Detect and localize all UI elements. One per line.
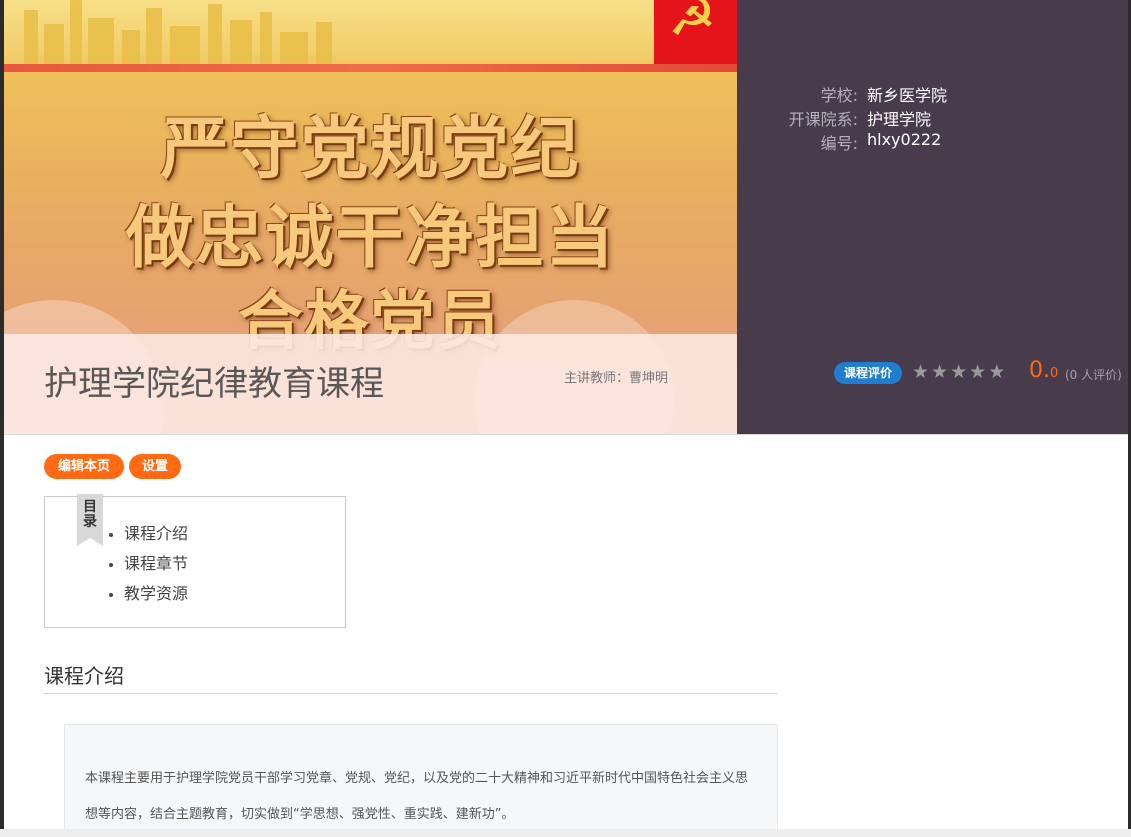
table-of-contents: 目 录 课程介绍 课程章节 教学资源 [44,494,346,628]
course-info-panel: 学校: 新乡医学院 开课院系: 护理学院 编号: hlxy0222 课程评价 ★… [737,0,1128,434]
teacher-label: 主讲教师： [564,371,630,386]
course-intro-text: 本课程主要用于护理学院党员干部学习党章、党规、党纪，以及党的二十大精神和习近平新… [85,771,749,822]
score-int: 0. [1029,358,1050,383]
course-evaluation-button[interactable]: 课程评价 [834,362,902,384]
section-title: 课程介绍 [44,664,124,688]
toc-item-label[interactable]: 课程介绍 [124,524,188,543]
course-page: ☭ 严守党规党纪 做忠诚干净担当 合格党员 护理学院纪律教育课程 主讲教师：曹坤… [4,0,1128,837]
bullet-icon [109,592,113,597]
star-icon[interactable]: ★ [988,361,1005,383]
bullet-icon [109,532,113,537]
city-skyline-graphic [24,0,332,66]
code-value: hlxy0222 [867,130,942,149]
score-dec: 0 [1050,366,1059,381]
star-icon[interactable]: ★ [912,361,929,383]
teacher-info: 主讲教师：曹坤明 [564,367,668,386]
rating-stars[interactable]: ★ ★ ★ ★ ★ [912,361,1007,383]
star-icon[interactable]: ★ [950,361,967,383]
toc-bookmark-tag: 目 录 [77,494,103,546]
course-banner-image: ☭ 严守党规党纪 做忠诚干净担当 合格党员 护理学院纪律教育课程 主讲教师：曹坤… [4,0,737,434]
star-icon[interactable]: ★ [931,361,948,383]
toc-item-label[interactable]: 教学资源 [124,584,188,603]
rater-count: (0 人评价) [1065,368,1122,382]
dept-value: 护理学院 [867,110,932,129]
school-value: 新乡医学院 [867,86,948,105]
section-divider [44,693,777,694]
toc-item-label[interactable]: 课程章节 [124,554,188,573]
toc-list: 课程介绍 课程章节 教学资源 [109,519,188,609]
toc-item-intro[interactable]: 课程介绍 [109,519,188,549]
course-intro-box: 本课程主要用于护理学院党员干部学习党章、党规、党纪，以及党的二十大精神和习近平新… [64,724,778,837]
dept-label: 开课院系: [788,110,858,129]
course-title: 护理学院纪律教育课程 [44,364,384,404]
teacher-name: 曹坤明 [629,371,669,386]
toc-tag-char2: 录 [83,514,97,530]
toc-item-resources[interactable]: 教学资源 [109,579,188,609]
banner-slogan-line2: 做忠诚干净担当 [125,199,616,278]
toc-item-chapters[interactable]: 课程章节 [109,549,188,579]
star-icon[interactable]: ★ [969,361,986,383]
edit-page-button[interactable]: 编辑本页 [44,454,124,479]
code-label: 编号: [820,134,858,153]
bullet-icon [109,562,113,567]
hammer-sickle-icon: ☭ [668,0,717,48]
page-bottom-edge [0,829,1131,837]
rating-score: 0.0 [1029,358,1058,383]
toc-tag-char1: 目 [83,499,97,515]
header-divider [4,434,1128,435]
school-label: 学校: [820,86,858,105]
settings-button[interactable]: 设置 [129,454,181,479]
banner-slogan-line1: 严守党规党纪 [160,110,581,189]
